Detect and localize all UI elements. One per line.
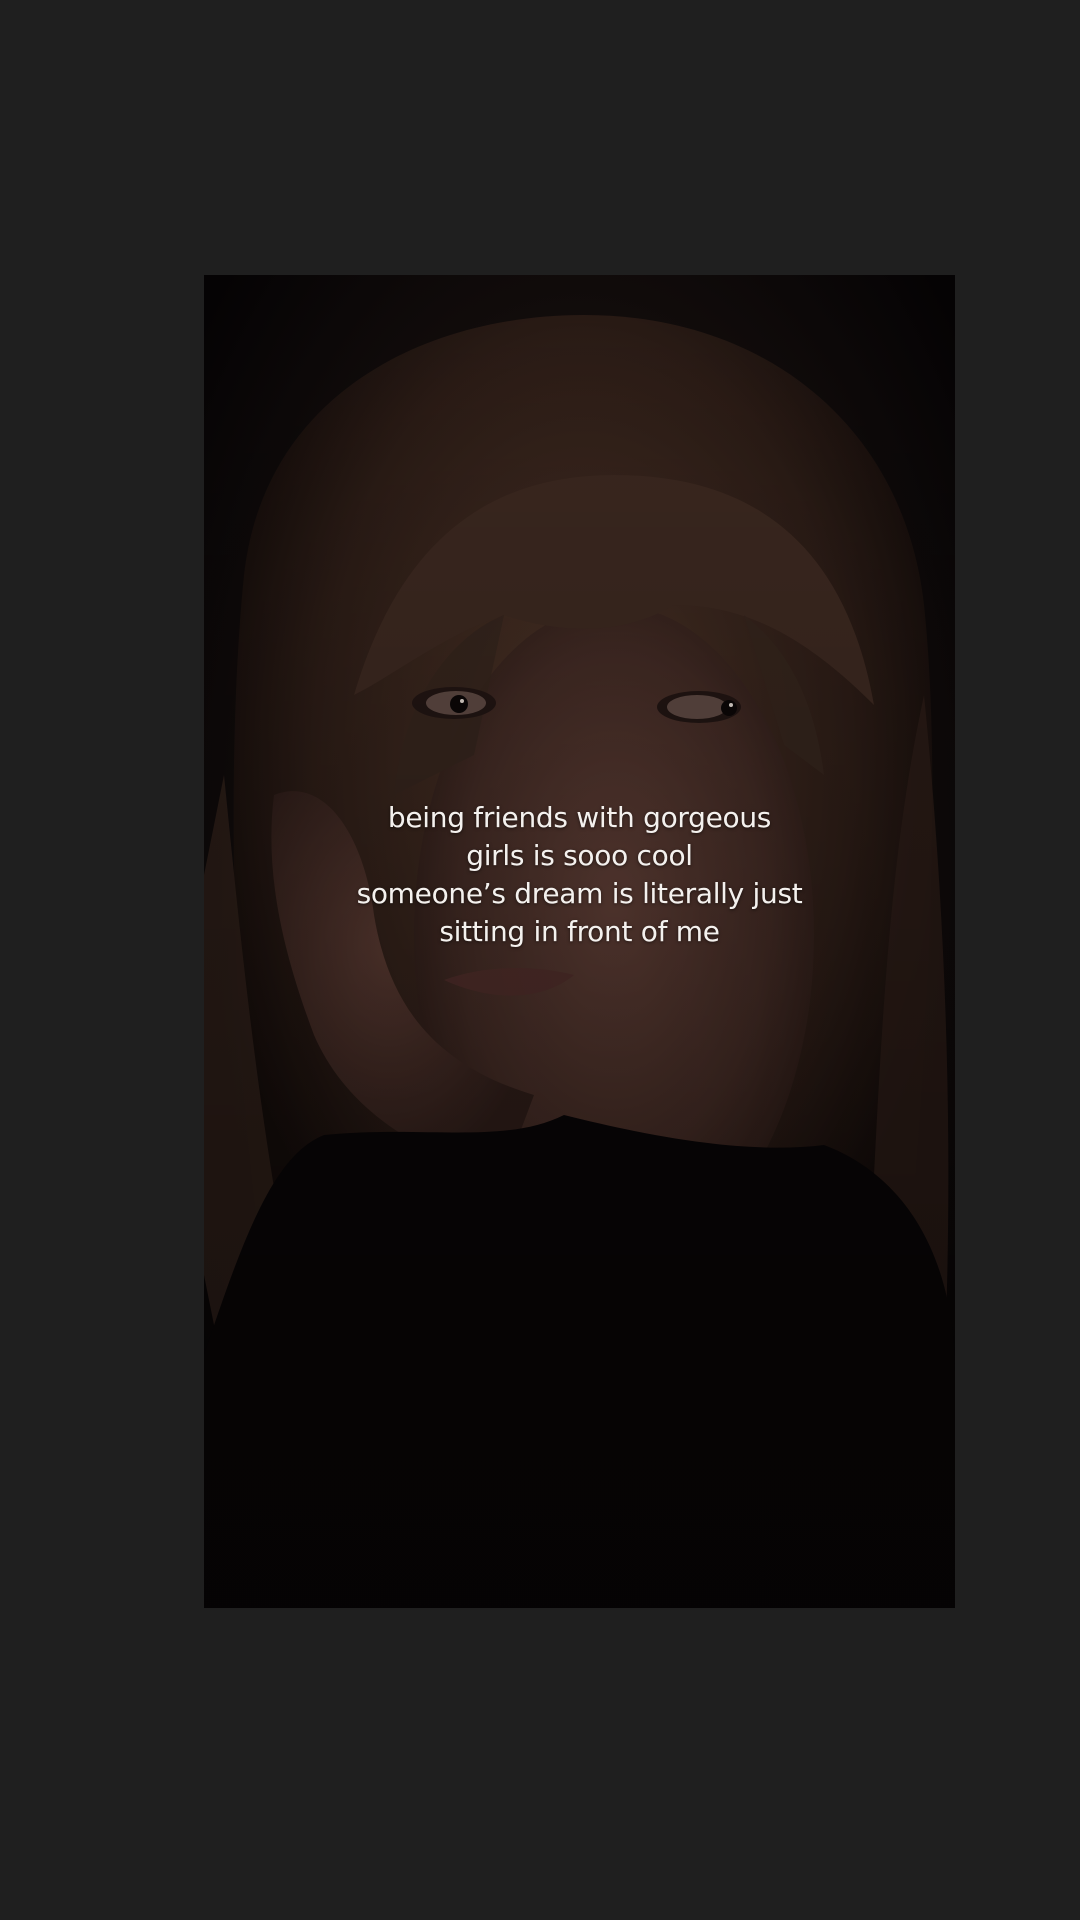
- caption-line: someone’s dream is literally just: [356, 877, 803, 910]
- video-caption: being friends with gorgeous girls is soo…: [204, 799, 955, 951]
- caption-line: being friends with gorgeous: [387, 801, 772, 834]
- app-viewport: being friends with gorgeous girls is soo…: [0, 0, 1080, 1920]
- video-player[interactable]: being friends with gorgeous girls is soo…: [204, 275, 955, 1608]
- caption-line: girls is sooo cool: [466, 839, 693, 872]
- caption-line: sitting in front of me: [439, 915, 720, 948]
